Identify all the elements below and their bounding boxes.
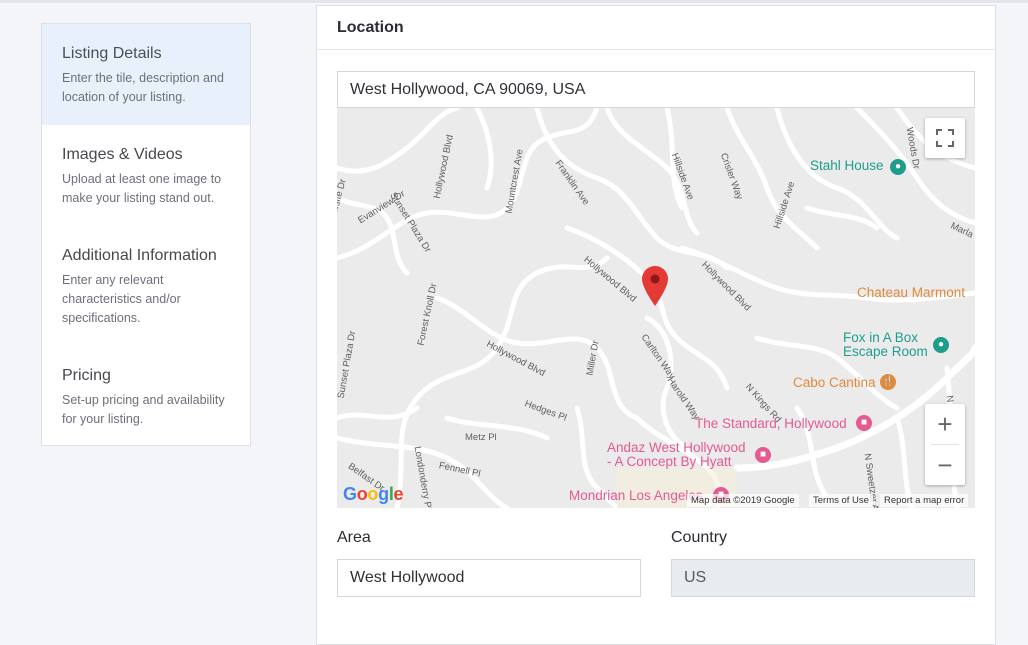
poi-andaz[interactable]: Andaz West Hollywood - A Concept By Hyat… xyxy=(607,441,746,469)
step-images-videos[interactable]: Images & Videos Upload at least one imag… xyxy=(42,125,250,226)
step-additional-information[interactable]: Additional Information Enter any relevan… xyxy=(42,226,250,346)
poi-stahl-house[interactable]: Stahl House xyxy=(810,159,884,173)
fullscreen-icon xyxy=(936,129,954,147)
camera-icon: ● xyxy=(890,159,906,175)
report-map-error-link[interactable]: Report a map error xyxy=(880,494,969,507)
panel-header: Location xyxy=(317,6,995,50)
street-label: Metz Pl xyxy=(465,432,497,443)
area-input[interactable] xyxy=(337,559,641,597)
poi-cabo-cantina[interactable]: Cabo Cantina xyxy=(793,376,876,390)
top-divider xyxy=(0,0,1028,3)
restaurant-icon: 🍴 xyxy=(880,374,896,390)
step-description: Set-up pricing and availability for your… xyxy=(62,393,225,426)
step-title: Listing Details xyxy=(62,45,162,62)
fullscreen-button[interactable] xyxy=(925,118,965,158)
step-pricing[interactable]: Pricing Set-up pricing and availability … xyxy=(42,346,250,446)
step-title: Additional Information xyxy=(62,247,217,264)
steps-sidebar: Listing Details Enter the tile, descript… xyxy=(41,23,251,446)
step-title: Pricing xyxy=(62,367,111,384)
map-data-attribution: Map data ©2019 Google xyxy=(687,494,799,507)
terms-of-use-link[interactable]: Terms of Use xyxy=(809,494,873,507)
zoom-in-button[interactable]: + xyxy=(925,404,965,444)
country-label: Country xyxy=(671,529,728,546)
zoom-controls: + − xyxy=(925,404,965,485)
hotel-icon: ■ xyxy=(755,447,771,463)
poi-the-standard[interactable]: The Standard, Hollywood xyxy=(695,417,847,431)
step-description: Enter the tile, description and location… xyxy=(62,71,224,104)
poi-chateau-marmont[interactable]: Chateau Marmont xyxy=(857,286,965,300)
area-label: Area xyxy=(337,529,371,546)
camera-icon: ● xyxy=(933,337,949,353)
step-description: Upload at least one image to make your l… xyxy=(62,172,222,205)
location-marker-icon[interactable] xyxy=(642,266,668,306)
location-panel: Location West Hollywood, CA 90069, USA S… xyxy=(316,5,996,645)
zoom-out-button[interactable]: − xyxy=(925,445,965,485)
step-title: Images & Videos xyxy=(62,146,183,163)
poi-mondrian[interactable]: Mondrian Los Angeles xyxy=(569,489,703,503)
panel-title: Location xyxy=(337,19,404,36)
country-input[interactable] xyxy=(671,559,975,597)
map[interactable]: Sunset Plaza Dr Evanview Dr Hollywood Bl… xyxy=(337,108,975,508)
poi-fox-in-a-box[interactable]: Fox in A Box Escape Room xyxy=(843,331,928,359)
step-listing-details[interactable]: Listing Details Enter the tile, descript… xyxy=(42,24,250,125)
google-logo[interactable]: Google xyxy=(343,484,404,505)
address-input[interactable] xyxy=(337,71,975,108)
step-description: Enter any relevant characteristics and/o… xyxy=(62,273,181,325)
hotel-icon: ■ xyxy=(856,415,872,431)
